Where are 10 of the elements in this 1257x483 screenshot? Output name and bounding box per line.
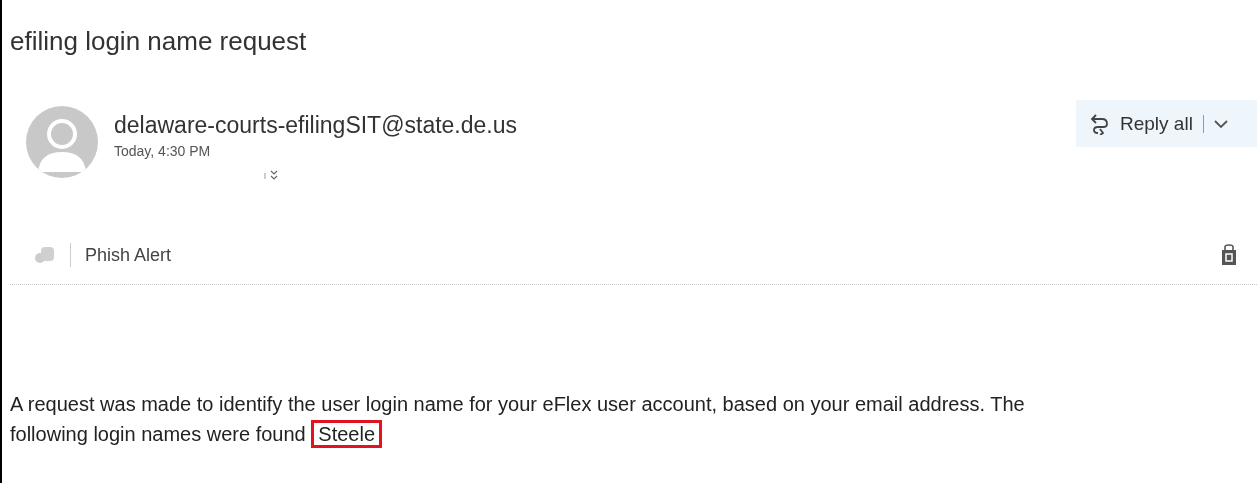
- expand-recipients-icon[interactable]: [264, 169, 278, 181]
- body-text: A request was made to identify the user login name for your eFlex user account, based on your email address. The following login names were found Steele: [10, 389, 1050, 449]
- received-time: Today, 4:30 PM: [114, 143, 212, 159]
- office-store-bag-icon[interactable]: [1221, 244, 1237, 266]
- reply-all-icon: [1090, 112, 1110, 135]
- sender-address: delaware-courts-efilingSIT@state.de.us: [114, 112, 519, 139]
- chevron-down-icon: [1213, 118, 1228, 129]
- email-subject: efiling login name request: [10, 25, 308, 58]
- reply-all-button[interactable]: Reply all: [1076, 100, 1257, 147]
- phish-alert-button[interactable]: Phish Alert: [85, 244, 172, 266]
